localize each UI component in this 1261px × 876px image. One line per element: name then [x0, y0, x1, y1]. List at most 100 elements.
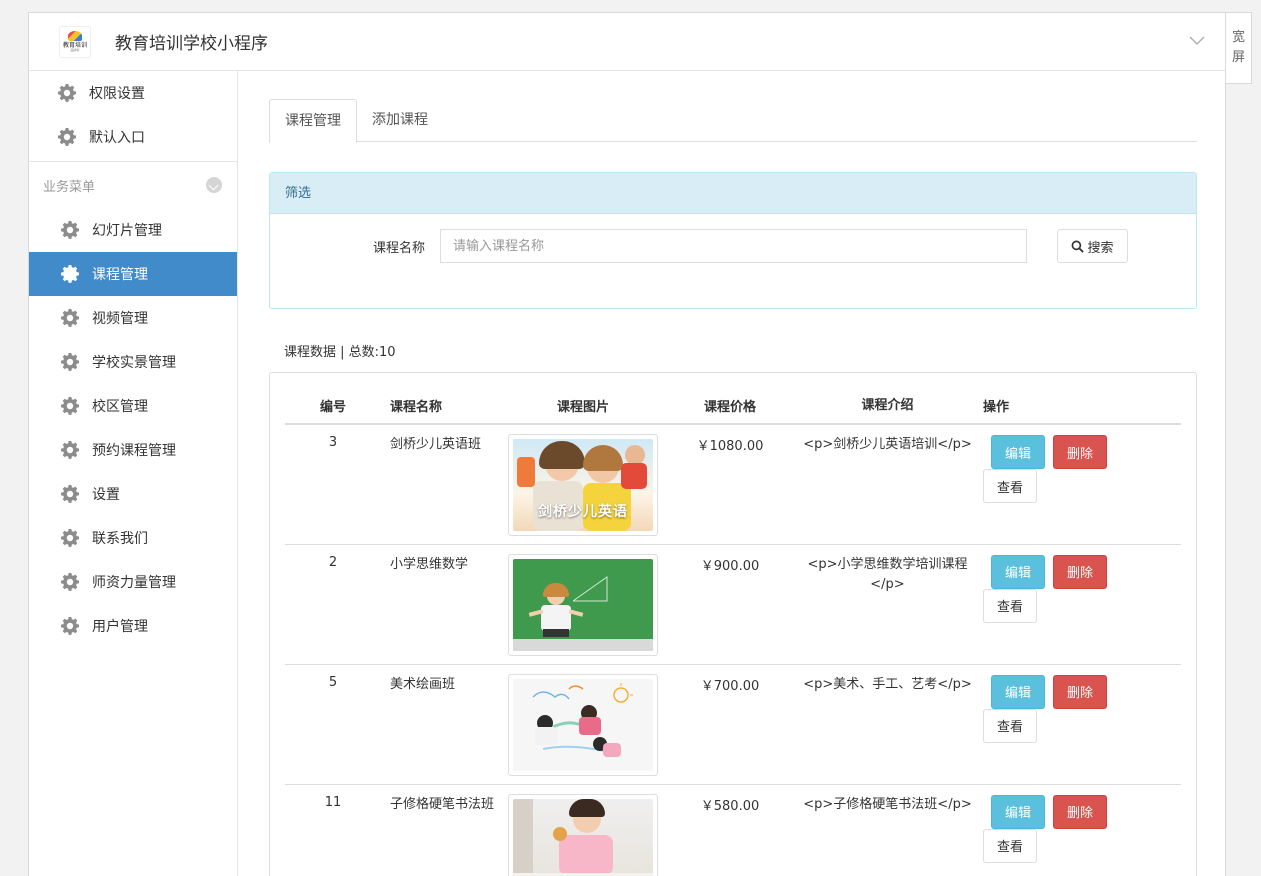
wide-screen-label-1: 宽 [1231, 30, 1245, 45]
sidebar-item-label: 幻灯片管理 [92, 223, 162, 239]
app-frame: 教育培训 品牌标 教育培训学校小程序 权限设置 默认入口 业务菜单 幻灯片管理课… [28, 12, 1226, 876]
course-thumbnail [508, 553, 658, 656]
filter-row: 课程名称 搜索 [270, 229, 1196, 263]
cell-actions: 编辑 删除 查看 [973, 543, 1181, 664]
search-button[interactable]: 搜索 [1057, 229, 1128, 263]
cell-course-name: 子修格硬笔书法班 [381, 783, 508, 876]
cell-id: 2 [285, 543, 381, 664]
cell-actions: 编辑 删除 查看 [973, 663, 1181, 784]
sidebar-item-label: 权限设置 [89, 86, 145, 102]
view-button[interactable]: 查看 [983, 588, 1037, 623]
collapse-toggle-icon[interactable] [206, 177, 222, 193]
app-logo: 教育培训 品牌标 [59, 25, 91, 58]
table-header-row: 编号 课程名称 课程图片 课程价格 课程介绍 操作 [285, 388, 1181, 425]
wide-screen-button[interactable]: 宽 屏 [1226, 12, 1252, 84]
column-header-image: 课程图片 [508, 388, 658, 425]
gear-icon [61, 221, 79, 239]
sidebar: 权限设置 默认入口 业务菜单 幻灯片管理课程管理视频管理学校实景管理 校区管理预约… [29, 71, 238, 876]
sidebar-item-campus[interactable]: 校区管理 [29, 384, 237, 428]
sidebar-item-default-entry[interactable]: 默认入口 [29, 115, 237, 159]
chevron-down-icon[interactable] [1189, 33, 1205, 49]
sidebar-item-label: 课程管理 [92, 267, 148, 283]
sidebar-item-videos[interactable]: 视频管理 [29, 296, 237, 340]
column-header-name: 课程名称 [381, 388, 508, 425]
cell-course-image [508, 663, 658, 784]
sidebar-item-label: 师资力量管理 [92, 575, 176, 591]
gear-icon [61, 353, 79, 371]
cell-intro: <p>子修格硬笔书法班</p> [802, 783, 973, 876]
sidebar-item-teachers[interactable]: 师资力量管理 [29, 560, 237, 604]
cell-intro: <p>小学思维数学培训课程</p> [802, 543, 973, 664]
sidebar-item-label: 视频管理 [92, 311, 148, 327]
column-header-price: 课程价格 [658, 388, 802, 425]
column-header-intro: 课程介绍 [802, 388, 973, 425]
sidebar-item-label: 校区管理 [92, 399, 148, 415]
cell-intro: <p>剑桥少儿英语培训</p> [802, 423, 973, 544]
gear-icon [61, 441, 79, 459]
sidebar-group-business[interactable]: 业务菜单 [29, 162, 237, 208]
sidebar-item-slides[interactable]: 幻灯片管理 [29, 208, 237, 252]
cell-id: 3 [285, 423, 381, 544]
filter-panel: 筛选 课程名称 搜索 [269, 172, 1197, 309]
sidebar-item-permissions[interactable]: 权限设置 [29, 71, 237, 115]
sidebar-group-title: 业务菜单 [43, 179, 96, 195]
tab-add-course[interactable]: 添加课程 [357, 99, 443, 142]
delete-button[interactable]: 删除 [1053, 674, 1107, 709]
cell-price: ￥1080.00 [658, 423, 802, 544]
thumb-caption: 剑桥少儿英语 [538, 504, 628, 520]
edit-button[interactable]: 编辑 [991, 794, 1045, 829]
gear-icon [61, 617, 79, 635]
delete-button[interactable]: 删除 [1053, 794, 1107, 829]
edit-button[interactable]: 编辑 [991, 435, 1045, 469]
cell-course-image [508, 543, 658, 664]
cell-actions: 编辑 删除 查看 [973, 783, 1181, 876]
course-name-input[interactable] [440, 229, 1027, 263]
tab-bar: 课程管理 添加课程 [269, 99, 1197, 143]
wide-screen-label-2: 屏 [1231, 50, 1245, 65]
view-button[interactable]: 查看 [983, 469, 1037, 503]
cell-id: 11 [285, 783, 381, 876]
action-row: 编辑 删除 [983, 554, 1181, 589]
sidebar-item-users[interactable]: 用户管理 [29, 604, 237, 648]
edit-button[interactable]: 编辑 [991, 674, 1045, 709]
view-button[interactable]: 查看 [983, 708, 1037, 743]
cell-price: ￥900.00 [658, 543, 802, 664]
cell-intro: <p>美术、手工、艺考</p> [802, 663, 973, 784]
gear-icon [61, 265, 79, 283]
cell-course-name: 剑桥少儿英语班 [381, 423, 508, 544]
delete-button[interactable]: 删除 [1053, 554, 1107, 589]
cell-course-image: 剑桥少儿英语 [508, 423, 658, 544]
search-icon [1072, 240, 1085, 253]
sidebar-item-contact[interactable]: 联系我们 [29, 516, 237, 560]
view-button[interactable]: 查看 [983, 828, 1037, 863]
logo-mark-icon [68, 31, 82, 41]
sidebar-item-label: 学校实景管理 [92, 355, 176, 371]
gear-icon [61, 529, 79, 547]
cell-course-name: 美术绘画班 [381, 663, 508, 784]
data-caption: 课程数据 | 总数:10 [284, 345, 396, 360]
logo-subtext: 品牌标 [70, 48, 80, 52]
gear-icon [58, 84, 76, 102]
cell-price: ￥580.00 [658, 783, 802, 876]
sidebar-item-settings[interactable]: 设置 [29, 472, 237, 516]
sidebar-item-label: 联系我们 [92, 531, 148, 547]
cell-course-name: 小学思维数学 [381, 543, 508, 664]
tab-course-management[interactable]: 课程管理 [269, 99, 357, 143]
column-header-id: 编号 [285, 388, 381, 425]
search-button-label: 搜索 [1087, 240, 1114, 256]
table-row: 5 美术绘画班 ￥700.00 <p>美术、手工、艺考</p> 编辑 删除 查看 [285, 663, 1181, 784]
delete-button[interactable]: 删除 [1053, 435, 1107, 469]
gear-icon [61, 309, 79, 327]
filter-heading: 筛选 [270, 173, 1196, 214]
course-name-label: 课程名称 [372, 240, 425, 256]
edit-button[interactable]: 编辑 [991, 554, 1045, 589]
gear-icon [61, 397, 79, 415]
course-thumbnail [508, 673, 658, 776]
app-title: 教育培训学校小程序 [115, 34, 268, 54]
sidebar-item-courses[interactable]: 课程管理 [29, 252, 237, 296]
sidebar-item-school-scenes[interactable]: 学校实景管理 [29, 340, 237, 384]
gear-icon [61, 573, 79, 591]
sidebar-item-reservations[interactable]: 预约课程管理 [29, 428, 237, 472]
gear-icon [61, 485, 79, 503]
cell-course-image [508, 783, 658, 876]
